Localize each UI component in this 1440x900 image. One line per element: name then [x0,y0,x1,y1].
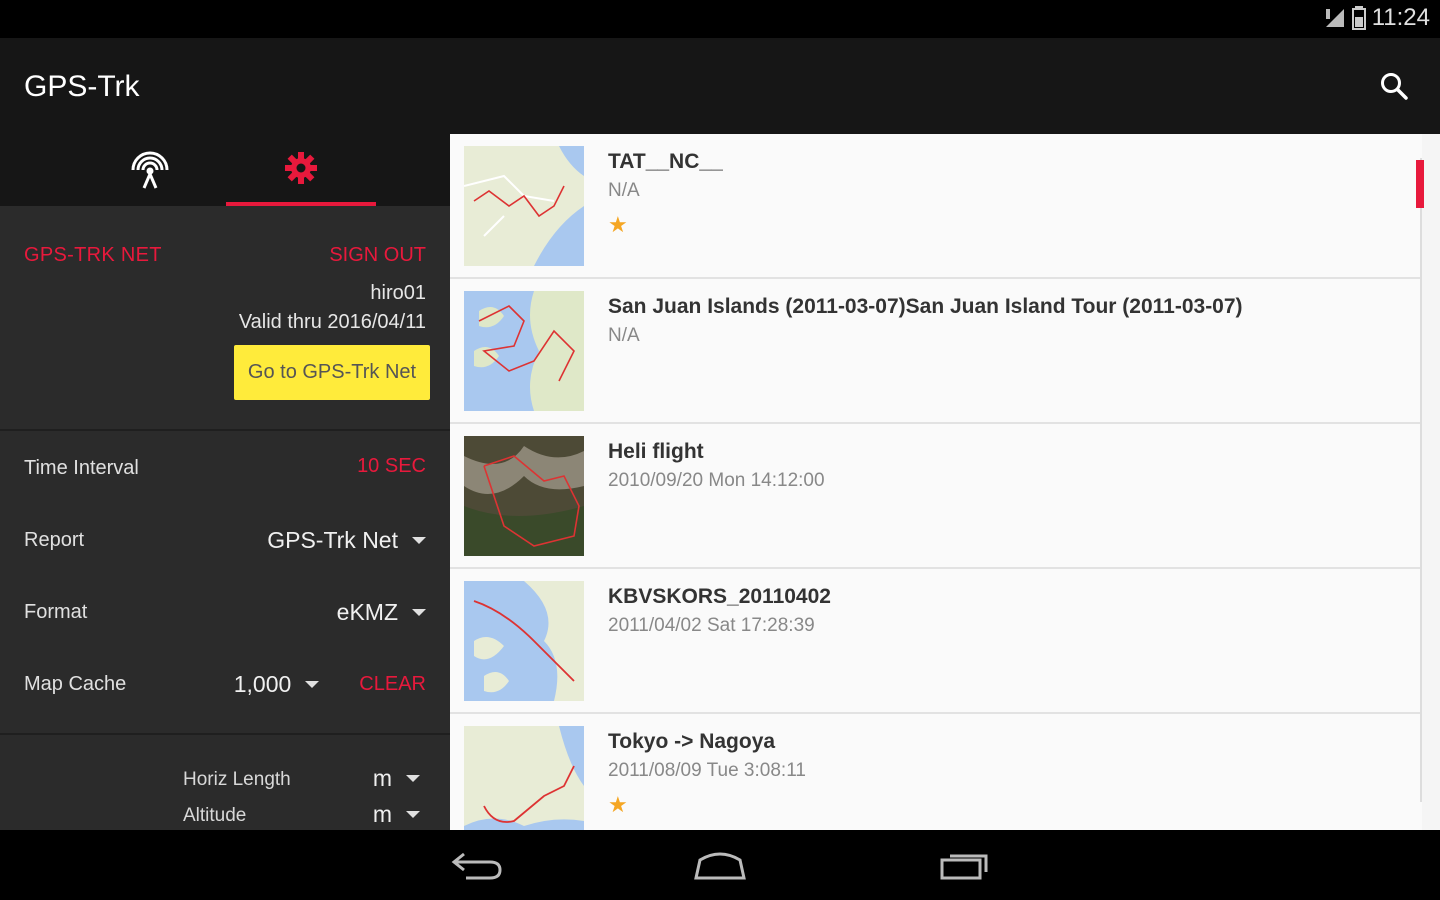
dropdown-arrow-icon [406,811,420,818]
units-section: Horiz Length m Altitude m [0,733,450,830]
format-dropdown[interactable]: eKMZ [337,599,426,626]
setting-label: Horiz Length [183,769,291,790]
map-thumbnail [464,581,584,701]
dropdown-value: m [372,801,392,827]
track-title: Heli flight [608,440,704,463]
back-icon [451,852,502,880]
dropdown-arrow-icon [412,537,426,544]
scrollbar-track [1420,158,1422,802]
setting-altitude[interactable]: Altitude m [0,801,450,830]
time-interval-value[interactable]: 10 SEC [357,455,426,478]
track-title: KBVSKORS_20110402 [608,585,831,608]
map-thumbnail [464,726,584,830]
home-icon [694,852,746,880]
dropdown-value: GPS-Trk Net [267,527,398,553]
search-button[interactable] [1378,70,1410,102]
list-item[interactable]: Heli flight 2010/09/20 Mon 14:12:00 [450,424,1422,569]
antenna-icon [131,151,169,189]
setting-time-interval[interactable]: Time Interval 10 SEC [0,449,450,489]
setting-label: Report [24,529,85,551]
dropdown-arrow-icon [412,609,426,616]
track-subtitle: N/A [608,180,640,201]
status-bar: 11:24 [0,0,1440,38]
setting-map-cache: Map Cache 1,000 CLEAR [0,665,450,705]
setting-label: Format [24,601,88,623]
scrollbar-thumb[interactable] [1416,160,1424,208]
clear-cache-button[interactable]: CLEAR [359,673,426,696]
tab-settings[interactable] [226,134,376,206]
map-cache-dropdown[interactable]: 1,000 [234,671,320,698]
track-title: Tokyo -> Nagoya [608,730,776,753]
app-title: GPS-Trk [24,70,140,103]
track-title: TAT__NC__ [608,150,723,173]
setting-label: Altitude [183,805,247,826]
status-icons: 11:24 [1324,4,1430,32]
altitude-dropdown[interactable]: m [373,801,420,828]
list-item[interactable]: KBVSKORS_20110402 2011/04/02 Sat 17:28:3… [450,569,1422,714]
track-list: TAT__NC__ N/A ★ San Juan Islands (2011-0… [450,134,1440,830]
list-item[interactable]: San Juan Islands (2011-03-07)San Juan Is… [450,279,1422,424]
map-thumbnail [464,146,584,266]
signal-icon [1325,9,1344,27]
map-thumbnail [464,436,584,556]
settings-panel: GPS-TRK NET SIGN OUT hiro01 Valid thru 2… [0,134,450,830]
search-icon [1381,73,1408,100]
clock: 11:24 [1371,4,1430,31]
battery-icon [1351,6,1366,30]
tab-tracking[interactable] [75,134,225,206]
recents-button[interactable] [936,848,992,882]
app-bar: GPS-Trk [0,38,1440,134]
back-button[interactable] [450,848,506,882]
setting-label: Map Cache [24,673,127,695]
setting-horiz-length[interactable]: Horiz Length m [0,765,450,795]
dropdown-arrow-icon [305,681,320,688]
setting-label: Time Interval [24,457,139,479]
list-item[interactable]: Tokyo -> Nagoya 2011/08/09 Tue 3:08:11 ★ [450,714,1422,830]
username: hiro01 [370,282,426,304]
track-subtitle: 2011/04/02 Sat 17:28:39 [608,615,815,636]
track-subtitle: 2010/09/20 Mon 14:12:00 [608,470,825,491]
system-nav-bar [0,830,1440,900]
star-icon[interactable]: ★ [608,792,628,818]
map-cache-controls: 1,000 CLEAR [234,671,426,698]
validity-text: Valid thru 2016/04/11 [238,311,426,333]
sign-out-button[interactable]: SIGN OUT [329,244,426,267]
gear-icon [285,152,317,184]
service-label: GPS-TRK NET [24,244,162,266]
dropdown-value: m [372,765,392,791]
account-section: GPS-TRK NET SIGN OUT hiro01 Valid thru 2… [0,206,450,431]
dropdown-value: eKMZ [336,599,398,625]
star-icon[interactable]: ★ [608,212,628,238]
map-thumbnail [464,291,584,411]
dropdown-value: 1,000 [233,671,292,697]
list-item[interactable]: TAT__NC__ N/A ★ [450,134,1422,279]
track-subtitle: N/A [608,325,640,346]
dropdown-arrow-icon [406,775,420,782]
track-subtitle: 2011/08/09 Tue 3:08:11 [608,760,806,781]
recents-icon [940,854,988,880]
horiz-length-dropdown[interactable]: m [373,765,420,792]
home-button[interactable] [692,848,748,882]
setting-format[interactable]: Format eKMZ [0,593,450,633]
go-to-net-button[interactable]: Go to GPS-Trk Net [234,345,430,400]
report-dropdown[interactable]: GPS-Trk Net [267,527,426,554]
track-title: San Juan Islands (2011-03-07)San Juan Is… [608,295,1243,318]
tab-bar [0,134,450,206]
setting-report[interactable]: Report GPS-Trk Net [0,521,450,561]
